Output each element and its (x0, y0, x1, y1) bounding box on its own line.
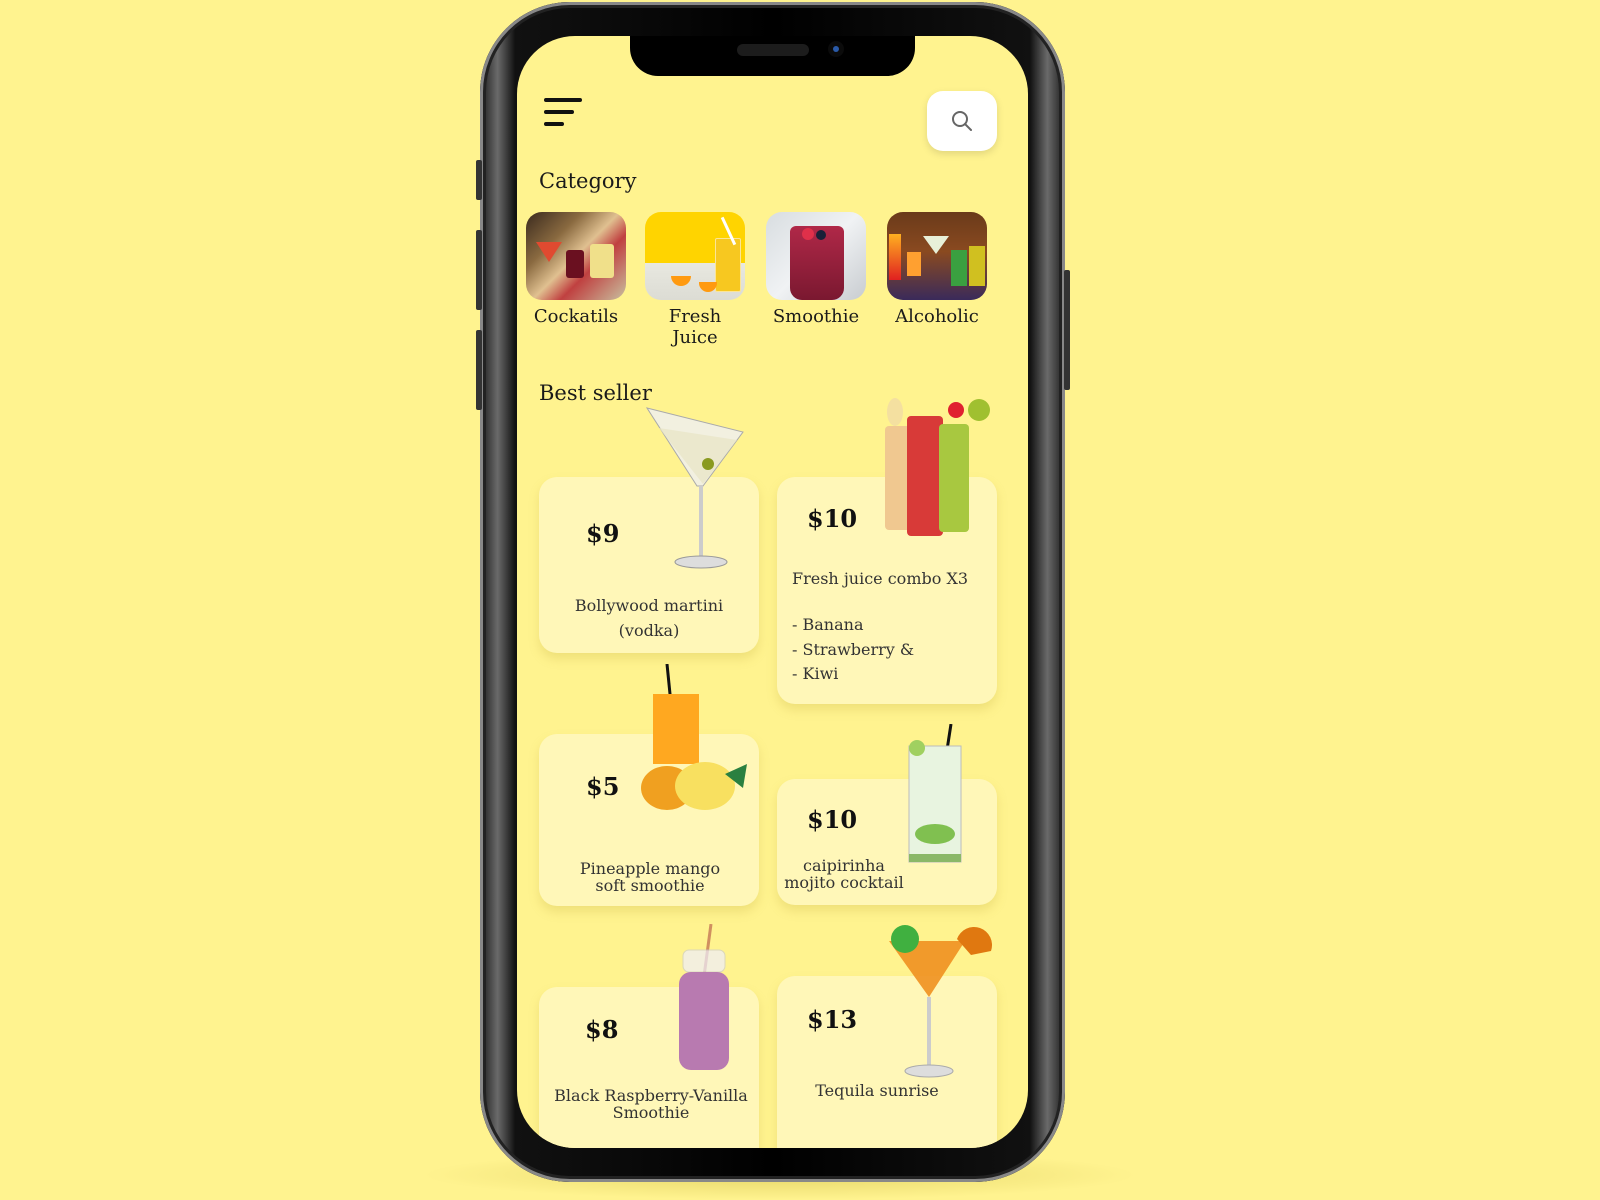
phone-volume-down (476, 330, 482, 410)
speaker-grille (737, 44, 809, 56)
notch (630, 36, 915, 76)
martini-glass (645, 407, 744, 569)
search-button[interactable] (927, 91, 997, 151)
category-cocktails[interactable]: Cockatils (525, 212, 627, 327)
category-fresh-juice[interactable]: Fresh Juice (644, 212, 746, 348)
category-label: Fresh Juice (668, 306, 722, 348)
front-camera (828, 41, 844, 57)
product-price: $13 (807, 1005, 858, 1034)
fresh-juice-photo (645, 212, 745, 300)
product-detail: - Kiwi (792, 664, 839, 683)
product-name: Fresh juice combo X3 (792, 569, 969, 588)
product-price: $9 (586, 519, 620, 548)
product-name: Bollywood martini (vodka) (574, 596, 724, 640)
product-name: caipirinha mojito cocktail (784, 856, 904, 892)
smoothie-bottle (679, 924, 729, 1070)
search-icon (952, 111, 972, 131)
category-alcoholic[interactable]: Alcoholic (886, 212, 988, 327)
product-name: Black Raspberry-Vanilla Smoothie (554, 1086, 748, 1122)
phone-side-button (476, 160, 482, 200)
product-name: Pineapple mango soft smoothie (579, 859, 721, 895)
category-label: Alcoholic (895, 306, 979, 327)
product-price: $8 (585, 1015, 619, 1044)
product-price: $5 (586, 772, 620, 801)
product-name: Tequila sunrise (815, 1081, 939, 1100)
product-price: $10 (807, 805, 858, 834)
product-price: $10 (807, 504, 858, 533)
alcoholic-photo (887, 212, 987, 300)
product-detail: - Strawberry & (792, 640, 915, 659)
best-seller-title: Best seller (539, 381, 652, 405)
category-label: Cockatils (533, 306, 619, 327)
phone-volume-up (476, 230, 482, 310)
app-screen: Category Cockatils Fresh Juice Smoothie (517, 36, 1028, 1148)
phone-power-button (1064, 270, 1070, 390)
product-detail: - Banana (792, 615, 864, 634)
tequila-sunrise-glass (889, 925, 993, 1078)
menu-button[interactable] (544, 98, 586, 130)
smoothie-photo (766, 212, 866, 300)
category-title: Category (539, 169, 637, 193)
three-juice-glasses (885, 398, 990, 536)
mojito-glass (908, 724, 962, 863)
category-label: Smoothie (772, 306, 860, 327)
cocktails-photo (526, 212, 626, 300)
mango-pineapple-juice (641, 664, 747, 810)
category-smoothie[interactable]: Smoothie (765, 212, 867, 327)
